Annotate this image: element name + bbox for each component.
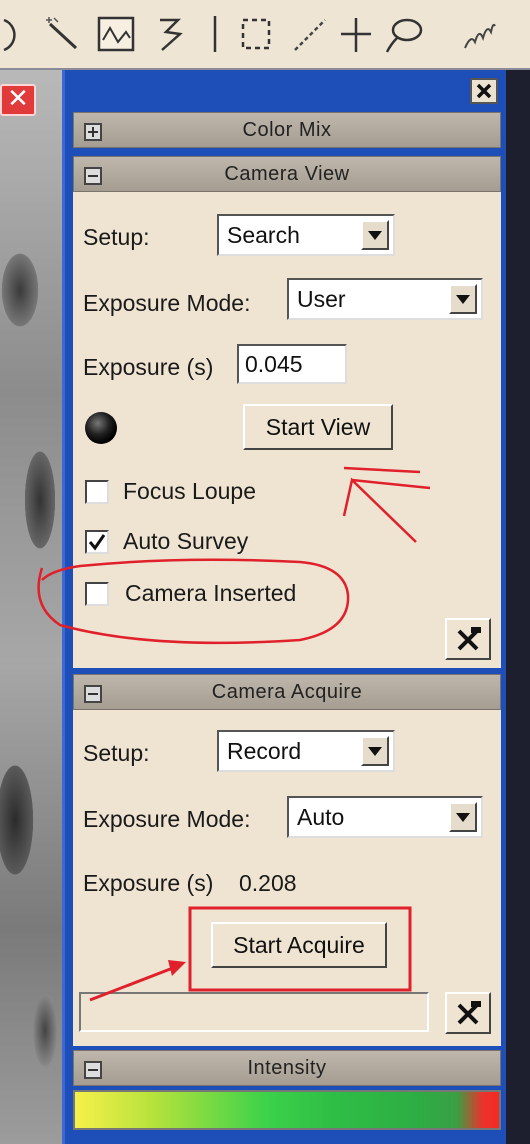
freehand-icon[interactable] [460, 14, 500, 54]
start-view-button[interactable]: Start View [243, 404, 393, 450]
focus-loupe-checkbox[interactable] [85, 480, 109, 504]
setup-label: Setup: [83, 740, 150, 766]
intensity-title: Intensity [247, 1057, 327, 1079]
panel-close-icon[interactable] [470, 78, 498, 104]
exposure-mode-label: Exposure Mode: [83, 290, 251, 316]
status-indicator-icon [85, 412, 117, 444]
color-mix-header[interactable]: Color Mix [73, 112, 501, 148]
camera-inserted-label: Camera Inserted [125, 580, 297, 606]
hammer-wrench-icon [457, 627, 481, 651]
control-panel: Color Mix Camera View Setup: Search Expo… [62, 70, 506, 1144]
line-profile-icon[interactable] [94, 14, 138, 54]
camera-view-title: Camera View [224, 163, 350, 185]
exposure-label: Exposure (s) [83, 870, 214, 896]
hammer-wrench-icon [457, 1001, 481, 1025]
chevron-down-icon[interactable] [361, 220, 389, 250]
arrow-tool-icon[interactable] [150, 14, 190, 54]
rectangle-select-icon[interactable] [238, 14, 276, 54]
exposure-input[interactable]: 0.045 [237, 344, 347, 384]
camera-acquire-title: Camera Acquire [211, 681, 363, 703]
setup-select[interactable]: Search [217, 214, 395, 256]
chevron-down-icon[interactable] [361, 736, 389, 766]
checkmark-icon [88, 534, 106, 551]
auto-survey-label: Auto Survey [123, 528, 249, 554]
exposure-value: 0.045 [245, 351, 303, 377]
camera-acquire-body: Setup: Record Exposure Mode: Auto Exposu… [73, 710, 501, 1046]
intensity-header[interactable]: Intensity [73, 1050, 501, 1086]
setup-value: Search [227, 222, 300, 248]
intensity-color-bar [73, 1090, 501, 1130]
image-close-icon[interactable]: ✕ [0, 84, 36, 116]
image-viewport [0, 70, 70, 1144]
toolbar-separator [212, 14, 218, 54]
acquire-setup-value: Record [227, 738, 302, 764]
acquire-exposure-mode-select[interactable]: Auto [287, 796, 483, 838]
lasso-icon[interactable] [380, 14, 426, 54]
acquire-exposure-value: 0.208 [239, 870, 297, 896]
exposure-mode-label: Exposure Mode: [83, 806, 251, 832]
setup-label: Setup: [83, 224, 150, 250]
partial-circle-icon[interactable] [0, 14, 28, 54]
camera-view-settings-button[interactable] [445, 618, 491, 660]
chevron-down-icon[interactable] [449, 284, 477, 314]
exposure-mode-select[interactable]: User [287, 278, 483, 320]
camera-view-header[interactable]: Camera View [73, 156, 501, 192]
exposure-label: Exposure (s) [83, 354, 214, 380]
acquire-setup-select[interactable]: Record [217, 730, 395, 772]
chevron-down-icon[interactable] [449, 802, 477, 832]
camera-view-body: Setup: Search Exposure Mode: User Exposu… [73, 192, 501, 668]
camera-acquire-settings-button[interactable] [445, 992, 491, 1034]
camera-acquire-header[interactable]: Camera Acquire [73, 674, 501, 710]
acquire-exposure-mode-value: Auto [297, 804, 345, 830]
tool-toolbar [0, 0, 530, 70]
crosshair-icon[interactable] [336, 14, 376, 54]
exposure-mode-value: User [297, 286, 346, 312]
focus-loupe-label: Focus Loupe [123, 478, 256, 504]
line-tool-icon[interactable] [290, 14, 330, 54]
start-acquire-button[interactable]: Start Acquire [211, 922, 387, 968]
auto-survey-checkbox[interactable] [85, 530, 109, 554]
magic-wand-icon[interactable] [36, 14, 86, 54]
color-mix-title: Color Mix [242, 119, 332, 141]
acquire-progress-bar [79, 992, 429, 1032]
camera-inserted-checkbox[interactable] [85, 582, 109, 606]
